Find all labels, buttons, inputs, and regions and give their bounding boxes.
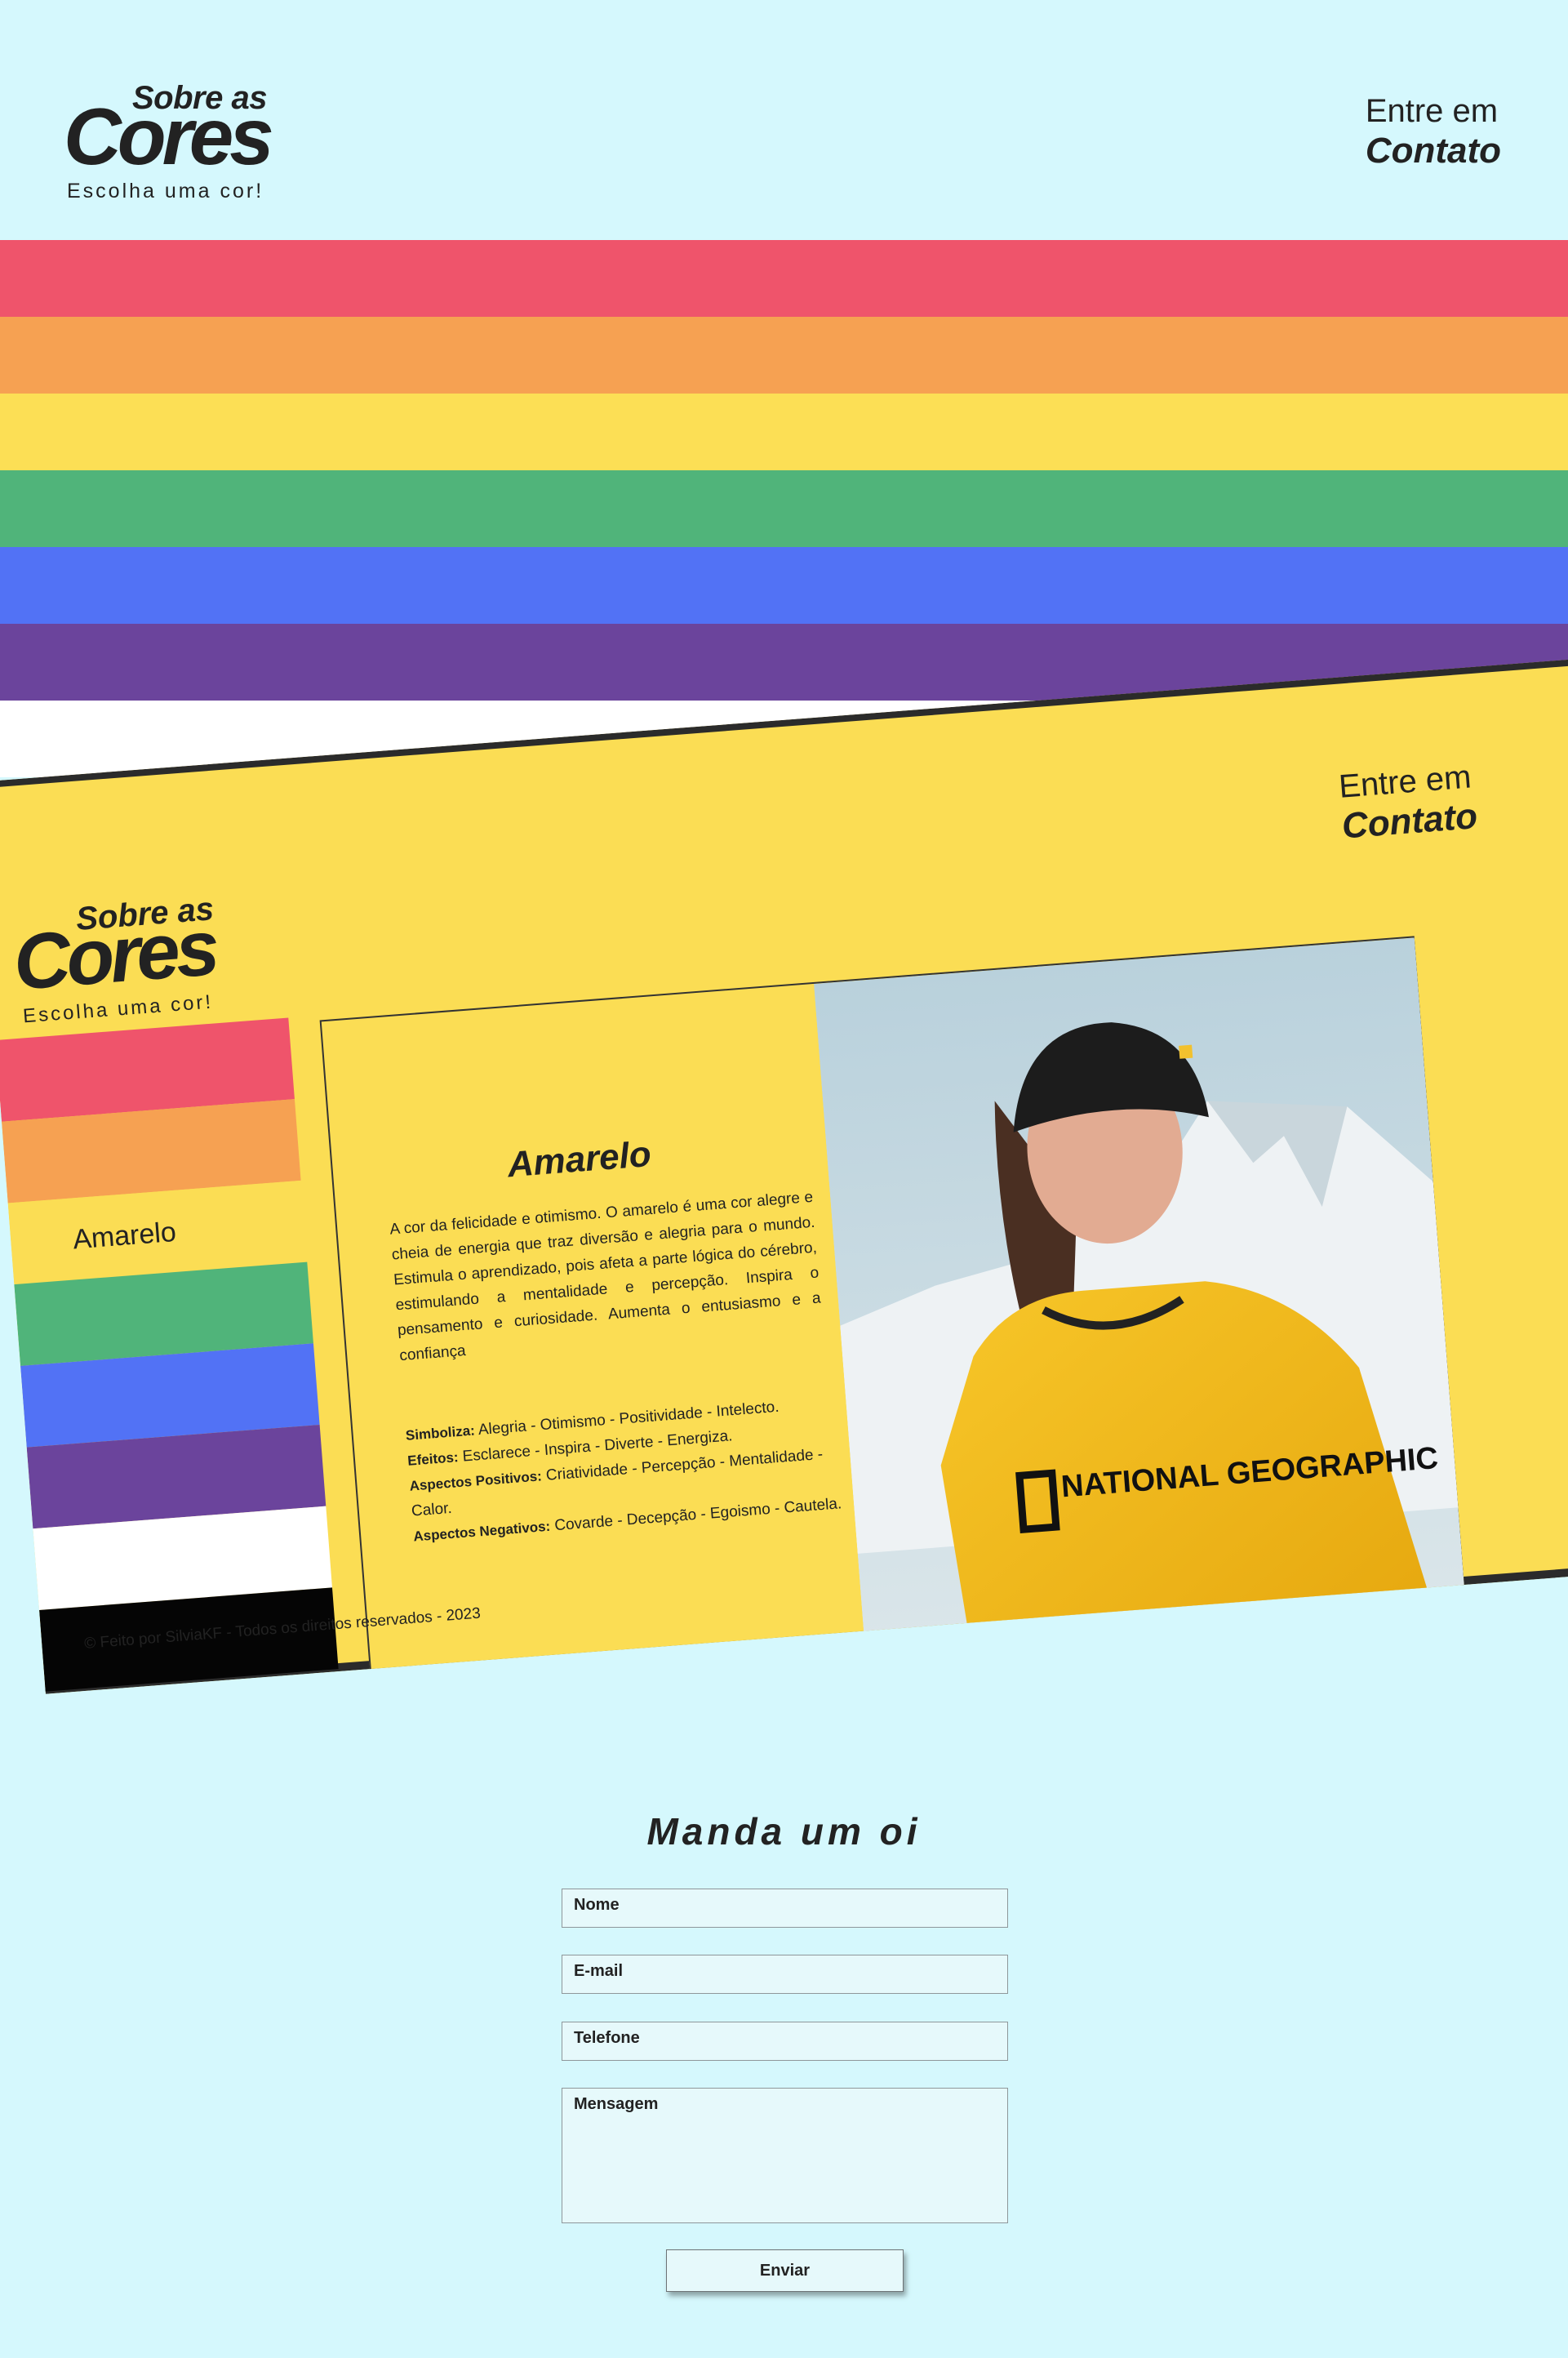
message-field[interactable]: Mensagem <box>562 2088 1008 2223</box>
logo-main-text: Cores <box>64 91 274 181</box>
color-description: A cor da felicidade e otimismo. O amarel… <box>389 1188 822 1365</box>
color-title: Amarelo <box>506 1133 653 1186</box>
preview-logo-main: Cores <box>11 904 219 1007</box>
color-photo: NATIONAL GEOGRAPHIC <box>813 937 1467 1660</box>
contact-line-2: Contato <box>1365 131 1501 171</box>
stripe-azul[interactable] <box>0 547 1568 624</box>
color-preview-card: Sobre as Cores Escolha uma cor! Entre em… <box>0 657 1568 1694</box>
property-label: Efeitos: <box>406 1449 460 1469</box>
photo-woman-yellow-hoodie: NATIONAL GEOGRAPHIC <box>813 937 1467 1660</box>
logo-subtitle: Escolha uma cor! <box>67 180 264 202</box>
form-title: Manda um oi <box>646 1810 922 1853</box>
preview-contact-link[interactable]: Entre em Contato <box>1338 757 1479 847</box>
preview-side-stripes: Amarelo <box>0 1017 339 1692</box>
name-field[interactable]: Nome <box>562 1889 1008 1928</box>
color-properties: Simboliza: Alegria - Otimismo - Positivi… <box>405 1390 854 1550</box>
stripe-vermelho[interactable] <box>0 240 1568 317</box>
color-info-panel: Amarelo A cor da felicidade e otimismo. … <box>319 936 1467 1694</box>
property-label: Simboliza: <box>405 1422 476 1444</box>
phone-field[interactable]: Telefone <box>562 2022 1008 2061</box>
email-field[interactable]: E-mail <box>562 1955 1008 1994</box>
contact-link[interactable]: Entre em Contato <box>1366 91 1501 171</box>
send-button[interactable]: Enviar <box>666 2249 904 2292</box>
stripe-laranja[interactable] <box>0 317 1568 394</box>
property-label: Aspectos Positivos: <box>408 1468 543 1494</box>
contact-line-1: Entre em <box>1365 93 1499 129</box>
stripe-verde[interactable] <box>0 470 1568 547</box>
stripe-amarelo[interactable] <box>0 394 1568 470</box>
site-header: Sobre as Cores Escolha uma cor! Entre em… <box>0 0 1568 241</box>
side-stripe-label: Amarelo <box>71 1216 178 1256</box>
property-label: Aspectos Negativos: <box>412 1518 551 1545</box>
